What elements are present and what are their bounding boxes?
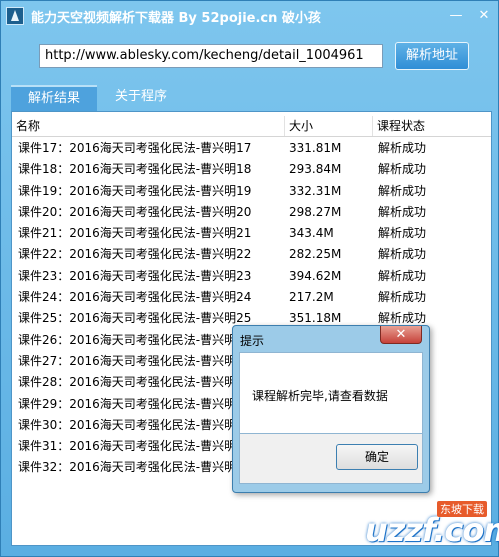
column-header-name[interactable]: 名称 — [12, 116, 285, 136]
window-title: 能力天空视频解析下载器 By 52pojie.cn 破小孩 — [31, 11, 321, 26]
row-size-cell: 217.2M — [289, 290, 334, 305]
app-logo-icon — [6, 7, 24, 25]
row-size-cell: 298.27M — [289, 204, 342, 219]
row-status-cell: 解析成功 — [378, 247, 427, 262]
row-name-cell: 课件18：2016海天司考强化民法-曹兴明18 — [18, 162, 252, 177]
row-status-cell: 解析成功 — [378, 162, 427, 177]
row-status-cell: 解析成功 — [378, 290, 427, 305]
row-size-cell: 343.4M — [289, 226, 334, 241]
table-row[interactable]: 课件18：2016海天司考强化民法-曹兴明18 293.84M 解析成功 — [12, 159, 491, 180]
main-window: 能力天空视频解析下载器 By 52pojie.cn 破小孩 — ✕ http:/… — [0, 0, 499, 557]
row-name-cell: 课件26：2016海天司考强化民法-曹兴明 — [18, 332, 237, 347]
url-input[interactable]: http://www.ablesky.com/kecheng/detail_10… — [39, 44, 383, 68]
title-bar[interactable]: 能力天空视频解析下载器 By 52pojie.cn 破小孩 — ✕ — [1, 1, 498, 31]
row-name-cell: 课件23：2016海天司考强化民法-曹兴明23 — [18, 268, 252, 283]
column-header-size[interactable]: 大小 — [285, 116, 373, 136]
row-name-cell: 课件24：2016海天司考强化民法-曹兴明24 — [18, 290, 252, 305]
row-name-cell: 课件30：2016海天司考强化民法-曹兴明 — [18, 417, 237, 432]
table-row[interactable]: 课件19：2016海天司考强化民法-曹兴明19 332.31M 解析成功 — [12, 181, 491, 202]
row-size-cell: 293.84M — [289, 162, 342, 177]
tab-about[interactable]: 关于程序 — [101, 85, 181, 111]
close-button[interactable]: ✕ — [473, 8, 495, 24]
watermark-tag: 东坡下载 — [437, 501, 487, 517]
row-size-cell: 331.81M — [289, 141, 342, 155]
row-name-cell: 课件21：2016海天司考强化民法-曹兴明21 — [18, 226, 252, 241]
row-status-cell: 解析成功 — [378, 141, 427, 155]
dialog-message: 课程解析完毕,请查看数据 — [252, 389, 388, 403]
row-size-cell: 282.25M — [289, 247, 342, 262]
row-name-cell: 课件20：2016海天司考强化民法-曹兴明20 — [18, 204, 252, 219]
site-watermark: uzzf.com 东坡下载 — [319, 501, 499, 555]
table-row[interactable]: 课件21：2016海天司考强化民法-曹兴明21 343.4M 解析成功 — [12, 223, 491, 244]
table-row[interactable]: 课件20：2016海天司考强化民法-曹兴明20 298.27M 解析成功 — [12, 202, 491, 223]
table-header: 名称 大小 课程状态 — [12, 116, 491, 137]
row-name-cell: 课件27：2016海天司考强化民法-曹兴明 — [18, 353, 237, 368]
tab-results[interactable]: 解析结果 — [11, 85, 97, 111]
row-name-cell: 课件28：2016海天司考强化民法-曹兴明 — [18, 375, 237, 390]
table-row[interactable]: 课件24：2016海天司考强化民法-曹兴明24 217.2M 解析成功 — [12, 287, 491, 308]
row-name-cell: 课件32：2016海天司考强化民法-曹兴明 — [18, 460, 237, 475]
table-row[interactable]: 课件22：2016海天司考强化民法-曹兴明22 282.25M 解析成功 — [12, 244, 491, 265]
table-row[interactable]: 课件17：2016海天司考强化民法-曹兴明17 331.81M 解析成功 — [12, 138, 491, 159]
column-header-status[interactable]: 课程状态 — [373, 116, 491, 136]
parse-address-button[interactable]: 解析地址 — [395, 42, 469, 70]
row-name-cell: 课件19：2016海天司考强化民法-曹兴明19 — [18, 183, 252, 198]
ok-button[interactable]: 确定 — [336, 444, 418, 470]
row-name-cell: 课件25：2016海天司考强化民法-曹兴明25 — [18, 311, 252, 326]
row-name-cell: 课件17：2016海天司考强化民法-曹兴明17 — [18, 141, 252, 155]
row-size-cell: 394.62M — [289, 268, 342, 283]
row-size-cell: 332.31M — [289, 183, 342, 198]
row-name-cell: 课件22：2016海天司考强化民法-曹兴明22 — [18, 247, 252, 262]
row-status-cell: 解析成功 — [378, 268, 427, 283]
dialog-footer: 确定 — [239, 434, 423, 484]
info-dialog: 提示 ✕ 课程解析完毕,请查看数据 确定 — [232, 325, 430, 493]
row-name-cell: 课件31：2016海天司考强化民法-曹兴明 — [18, 439, 237, 454]
minimize-button[interactable]: — — [445, 8, 467, 24]
table-row[interactable]: 课件23：2016海天司考强化民法-曹兴明23 394.62M 解析成功 — [12, 266, 491, 287]
row-status-cell: 解析成功 — [378, 204, 427, 219]
row-status-cell: 解析成功 — [378, 226, 427, 241]
dialog-body: 课程解析完毕,请查看数据 — [239, 352, 423, 434]
row-name-cell: 课件29：2016海天司考强化民法-曹兴明 — [18, 396, 237, 411]
dialog-title: 提示 — [240, 334, 265, 348]
row-status-cell: 解析成功 — [378, 183, 427, 198]
dialog-close-button[interactable]: ✕ — [380, 326, 422, 344]
